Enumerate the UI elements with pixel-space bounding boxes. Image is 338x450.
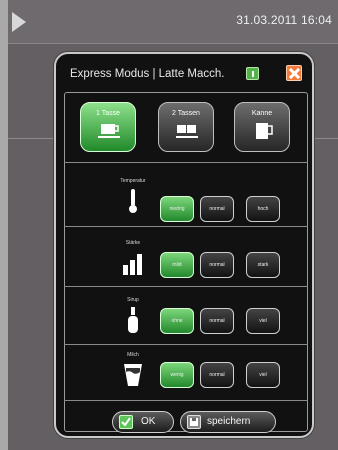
divider	[64, 400, 308, 401]
ok-label: OK	[141, 416, 156, 427]
datetime-display: 31.03.2011 16:04	[236, 13, 332, 27]
divider	[64, 162, 308, 163]
info-icon[interactable]	[246, 67, 259, 80]
temperature-option-normal[interactable]: normal	[200, 196, 234, 222]
pot-button[interactable]: Kanne	[234, 102, 290, 152]
temperature-setting: Temperatur	[108, 178, 158, 222]
syrup-label: Sirup	[127, 297, 139, 303]
milk-glass-icon	[124, 364, 142, 386]
two-cups-icon	[176, 125, 198, 138]
dialog-title: Express Modus | Latte Macch.	[70, 68, 225, 80]
ok-button[interactable]: OK	[112, 411, 174, 433]
strength-bars-icon	[123, 254, 142, 275]
save-icon	[187, 415, 201, 429]
milk-option-much[interactable]: viel	[246, 362, 280, 388]
close-icon[interactable]	[286, 65, 302, 81]
cup-icon	[98, 124, 120, 138]
two-cups-button[interactable]: 2 Tassen	[158, 102, 214, 152]
syrup-option-normal[interactable]: normal	[200, 308, 234, 334]
temperature-option-high[interactable]: hoch	[246, 196, 280, 222]
thermometer-icon	[129, 189, 137, 213]
divider	[64, 286, 308, 287]
play-icon[interactable]	[12, 12, 26, 32]
milk-option-normal[interactable]: normal	[200, 362, 234, 388]
milk-option-little[interactable]: wenig	[160, 362, 194, 388]
temperature-option-low[interactable]: niedrig	[160, 196, 194, 222]
save-button[interactable]: speichern	[180, 411, 276, 433]
syrup-option-none[interactable]: ohne	[160, 308, 194, 334]
checkmark-icon	[119, 415, 133, 429]
syrup-bottle-icon	[128, 307, 138, 333]
syrup-option-much[interactable]: viel	[246, 308, 280, 334]
divider	[64, 226, 308, 227]
express-mode-dialog: Express Modus | Latte Macch. 1 Tasse 2 T…	[54, 52, 314, 438]
milk-setting: Milch	[108, 352, 158, 396]
strength-option-strong[interactable]: stark	[246, 252, 280, 278]
divider	[64, 344, 308, 345]
pot-icon	[256, 123, 273, 139]
strength-setting: Stärke	[108, 240, 158, 284]
two-cups-label: 2 Tassen	[172, 110, 200, 117]
pot-label: Kanne	[251, 110, 273, 117]
syrup-setting: Sirup	[108, 297, 158, 341]
strength-option-normal[interactable]: normal	[200, 252, 234, 278]
milk-label: Milch	[127, 352, 139, 358]
app-screen: 31.03.2011 16:04 Express Modus | Latte M…	[8, 0, 338, 450]
strength-option-mild[interactable]: mild	[160, 252, 194, 278]
one-cup-button[interactable]: 1 Tasse	[80, 102, 136, 152]
strength-label: Stärke	[125, 240, 141, 246]
temperature-label: Temperatur	[120, 178, 146, 184]
one-cup-label: 1 Tasse	[96, 110, 120, 117]
status-bar: 31.03.2011 16:04	[8, 0, 338, 44]
save-label: speichern	[207, 416, 251, 427]
